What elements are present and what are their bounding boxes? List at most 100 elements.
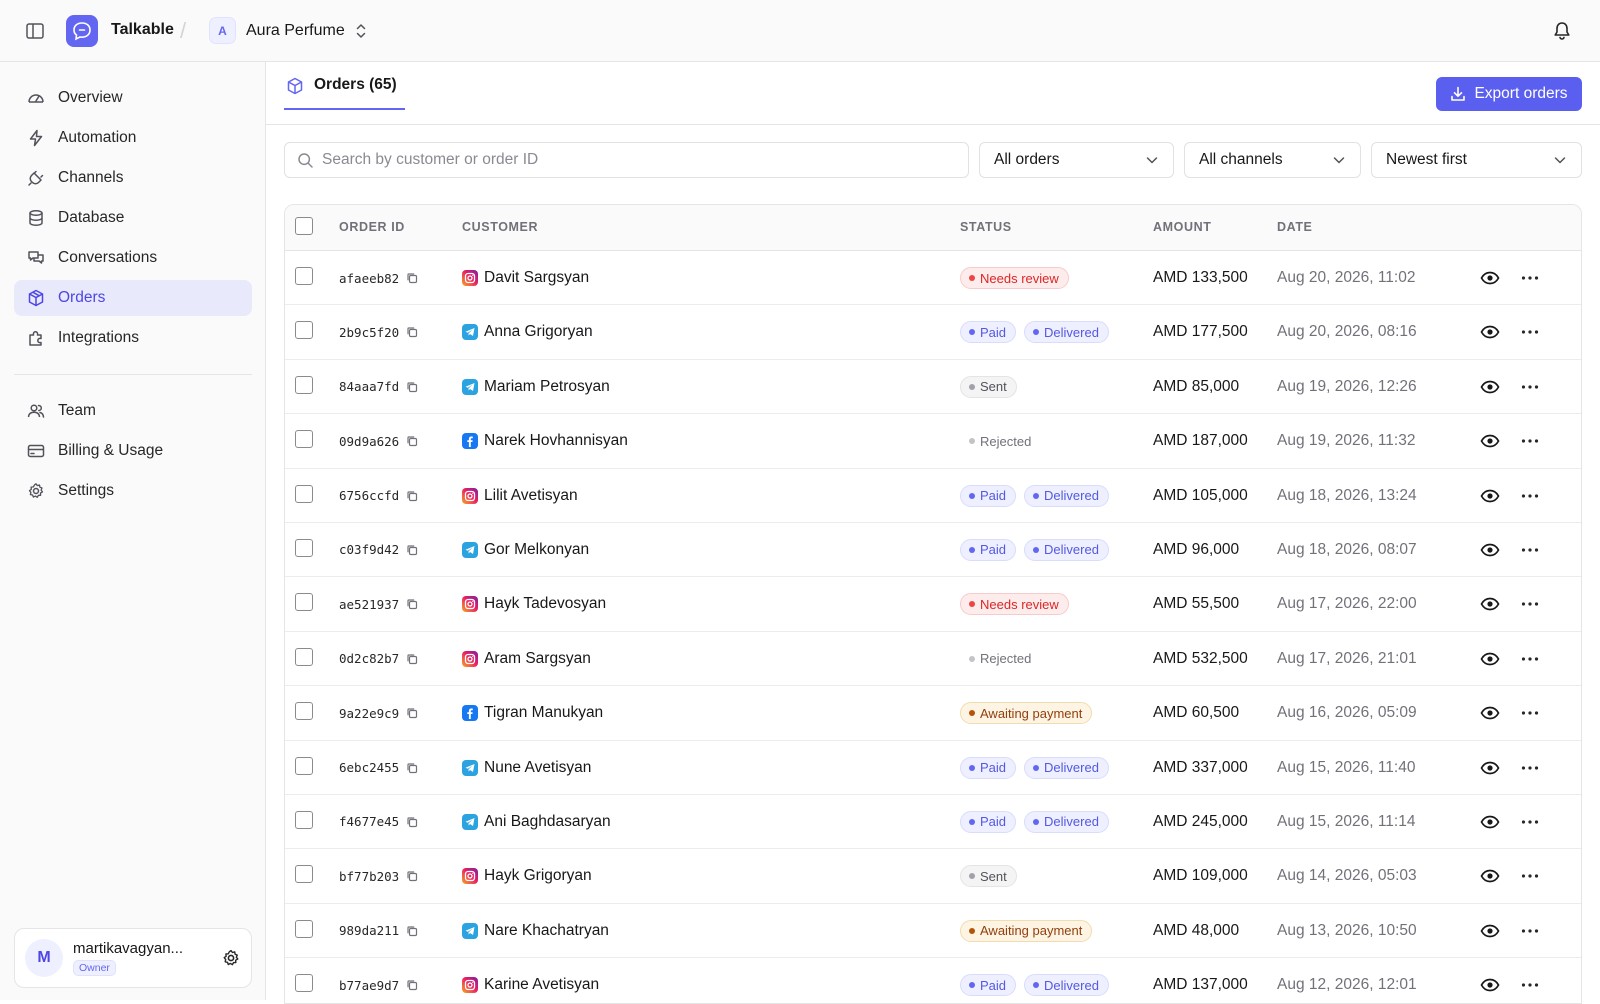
user-card[interactable]: M martikavagyan... Owner <box>14 928 252 988</box>
more-options-icon[interactable] <box>1519 305 1541 359</box>
sidebar-item-channels[interactable]: Channels <box>14 160 252 196</box>
view-eye-icon[interactable] <box>1479 414 1501 468</box>
view-eye-icon[interactable] <box>1479 958 1501 1003</box>
row-checkbox[interactable] <box>295 756 313 775</box>
table-row[interactable]: ae521937 Hayk Tadevosyan Needs review AMD 5… <box>285 577 1581 632</box>
sidebar-item-integrations[interactable]: Integrations <box>14 320 252 356</box>
copy-icon[interactable] <box>405 706 419 720</box>
row-checkbox[interactable] <box>295 702 313 721</box>
sidebar-toggle-icon[interactable] <box>24 20 46 42</box>
tab-orders[interactable]: Orders (65) <box>284 76 405 110</box>
more-options-icon[interactable] <box>1519 632 1541 686</box>
search-box[interactable] <box>284 142 969 178</box>
more-options-icon[interactable] <box>1519 849 1541 903</box>
customer-name[interactable]: Nune Avetisyan <box>484 759 591 777</box>
table-row[interactable]: 989da211 Nare Khachatryan Awaiting payment… <box>285 903 1581 959</box>
row-checkbox[interactable] <box>295 810 313 829</box>
view-eye-icon[interactable] <box>1479 686 1501 740</box>
customer-name[interactable]: Anna Grigoryan <box>484 323 593 341</box>
view-eye-icon[interactable] <box>1479 741 1501 795</box>
more-options-icon[interactable] <box>1519 469 1541 523</box>
sidebar-item-team[interactable]: Team <box>14 393 252 429</box>
view-eye-icon[interactable] <box>1479 849 1501 903</box>
copy-icon[interactable] <box>405 652 419 666</box>
table-row[interactable]: 09d9a626 Narek Hovhannisyan Rejected AMD 18… <box>285 414 1581 469</box>
view-eye-icon[interactable] <box>1479 360 1501 414</box>
customer-name[interactable]: Hayk Grigoryan <box>484 867 592 885</box>
customer-name[interactable]: Gor Melkonyan <box>484 541 589 559</box>
search-input[interactable] <box>322 151 962 169</box>
copy-icon[interactable] <box>405 325 419 339</box>
column-header-status[interactable]: STATUS <box>960 220 1012 234</box>
sidebar-item-settings[interactable]: Settings <box>14 473 252 509</box>
copy-icon[interactable] <box>405 815 419 829</box>
view-eye-icon[interactable] <box>1479 305 1501 359</box>
column-header-customer[interactable]: CUSTOMER <box>462 220 538 234</box>
workspace-switcher[interactable]: A Aura Perfume <box>209 17 367 44</box>
view-eye-icon[interactable] <box>1479 469 1501 523</box>
customer-name[interactable]: Nare Khachatryan <box>484 922 609 940</box>
view-eye-icon[interactable] <box>1479 251 1501 305</box>
row-checkbox[interactable] <box>295 974 313 993</box>
customer-name[interactable]: Davit Sargsyan <box>484 269 589 287</box>
customer-name[interactable]: Lilit Avetisyan <box>484 487 578 505</box>
column-header-amount[interactable]: AMOUNT <box>1153 220 1211 234</box>
customer-name[interactable]: Aram Sargsyan <box>484 650 591 668</box>
table-row[interactable]: 84aaa7fd Mariam Petrosyan Sent AMD 85,000 Au… <box>285 359 1581 415</box>
customer-name[interactable]: Mariam Petrosyan <box>484 378 610 396</box>
table-row[interactable]: c03f9d42 Gor Melkonyan Paid Delivered AMD 96… <box>285 522 1581 578</box>
row-checkbox[interactable] <box>295 321 313 340</box>
more-options-icon[interactable] <box>1519 904 1541 958</box>
copy-icon[interactable] <box>405 978 419 992</box>
sidebar-item-overview[interactable]: Overview <box>14 80 252 116</box>
select-all-checkbox[interactable] <box>295 217 313 235</box>
user-settings-gear-icon[interactable] <box>221 948 241 968</box>
row-checkbox[interactable] <box>295 593 313 612</box>
customer-name[interactable]: Ani Baghdasaryan <box>484 813 611 831</box>
sidebar-item-database[interactable]: Database <box>14 200 252 236</box>
view-eye-icon[interactable] <box>1479 577 1501 631</box>
copy-icon[interactable] <box>405 761 419 775</box>
column-header-date[interactable]: DATE <box>1277 220 1313 234</box>
more-options-icon[interactable] <box>1519 360 1541 414</box>
more-options-icon[interactable] <box>1519 741 1541 795</box>
sidebar-item-billing[interactable]: Billing & Usage <box>14 433 252 469</box>
sidebar-item-orders[interactable]: Orders <box>14 280 252 316</box>
more-options-icon[interactable] <box>1519 958 1541 1003</box>
row-checkbox[interactable] <box>295 430 313 449</box>
more-options-icon[interactable] <box>1519 251 1541 305</box>
sidebar-item-automation[interactable]: Automation <box>14 120 252 156</box>
copy-icon[interactable] <box>405 543 419 557</box>
copy-icon[interactable] <box>405 924 419 938</box>
row-checkbox[interactable] <box>295 919 313 938</box>
copy-icon[interactable] <box>405 271 419 285</box>
row-checkbox[interactable] <box>295 647 313 666</box>
more-options-icon[interactable] <box>1519 795 1541 849</box>
copy-icon[interactable] <box>405 597 419 611</box>
table-row[interactable]: 6ebc2455 Nune Avetisyan Paid Delivered AMD 3… <box>285 740 1581 795</box>
row-checkbox[interactable] <box>295 865 313 884</box>
table-row[interactable]: 2b9c5f20 Anna Grigoryan Paid Delivered AMD 1… <box>285 305 1581 360</box>
more-options-icon[interactable] <box>1519 577 1541 631</box>
channel-filter-select[interactable]: All channels <box>1184 142 1361 178</box>
more-options-icon[interactable] <box>1519 686 1541 740</box>
view-eye-icon[interactable] <box>1479 904 1501 958</box>
table-row[interactable]: 0d2c82b7 Aram Sargsyan Rejected AMD 532,500… <box>285 631 1581 687</box>
app-logo[interactable] <box>66 15 98 47</box>
table-row[interactable]: afaeeb82 Davit Sargsyan Needs review AMD 13… <box>285 251 1581 306</box>
copy-icon[interactable] <box>405 380 419 394</box>
view-eye-icon[interactable] <box>1479 523 1501 577</box>
more-options-icon[interactable] <box>1519 414 1541 468</box>
customer-name[interactable]: Karine Avetisyan <box>484 976 599 994</box>
copy-icon[interactable] <box>405 869 419 883</box>
status-filter-select[interactable]: All orders <box>979 142 1174 178</box>
sort-select[interactable]: Newest first <box>1371 142 1582 178</box>
table-row[interactable]: f4677e45 Ani Baghdasaryan Paid Delivered AMD… <box>285 794 1581 850</box>
table-row[interactable]: 9a22e9c9 Tigran Manukyan Awaiting payment A… <box>285 686 1581 741</box>
bell-icon[interactable] <box>1550 19 1574 43</box>
copy-icon[interactable] <box>405 434 419 448</box>
more-options-icon[interactable] <box>1519 523 1541 577</box>
table-row[interactable]: bf77b203 Hayk Grigoryan Sent AMD 109,000 Aug… <box>285 849 1581 904</box>
customer-name[interactable]: Tigran Manukyan <box>484 704 603 722</box>
row-checkbox[interactable] <box>295 375 313 394</box>
